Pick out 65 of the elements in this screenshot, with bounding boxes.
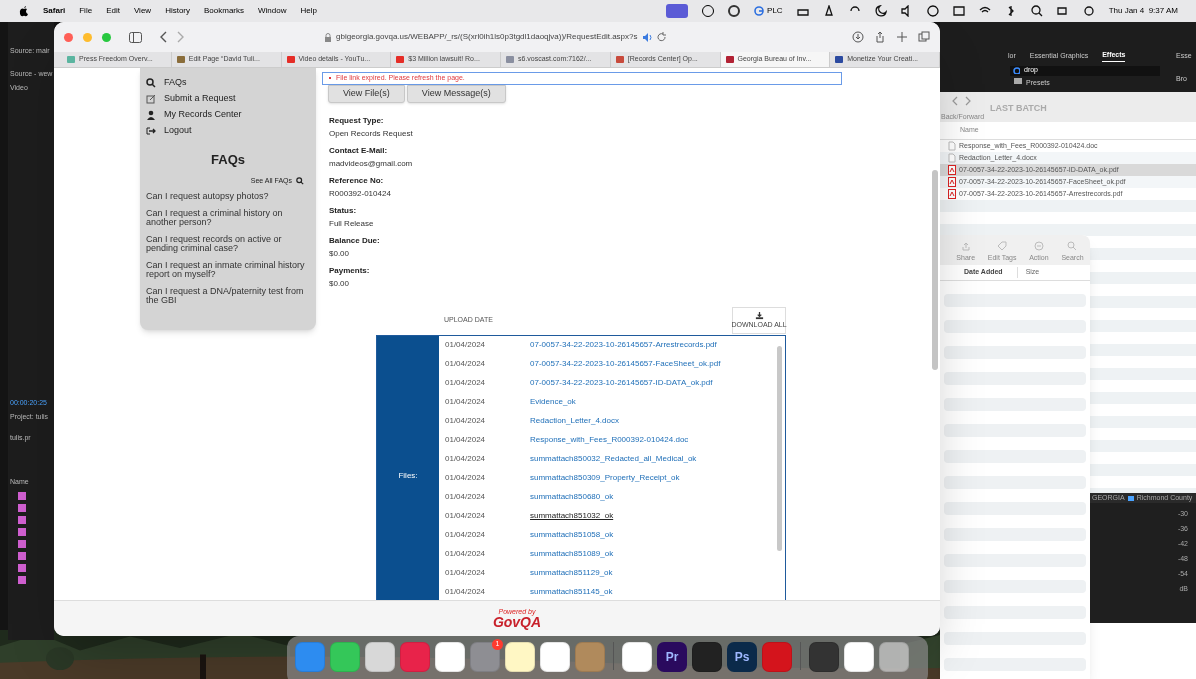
faq-link[interactable]: Can I request records on active or pending criminal case?	[146, 235, 310, 253]
table-cell-text: 01/04/2024	[445, 567, 487, 579]
field-value: $0.00	[329, 247, 351, 260]
table-cell-text: 01/04/2024	[445, 472, 487, 484]
menu-item[interactable]: Help	[300, 5, 317, 17]
files-label-cell: Files:	[377, 335, 439, 600]
nav-link[interactable]: Logout	[146, 125, 310, 137]
table-cell-text: 01/04/2024	[445, 396, 487, 408]
nav-link[interactable]: FAQs	[146, 77, 310, 89]
faq-link[interactable]: Can I request a criminal history on another person?	[146, 209, 310, 227]
file-link[interactable]: Redaction_Letter_4.docx	[530, 415, 619, 427]
file-link[interactable]: summattach851145_ok	[530, 586, 613, 598]
table-cell-text: 01/04/2024	[445, 491, 487, 503]
file-link[interactable]: summattach851058_ok	[530, 529, 614, 541]
field-label: Payments:	[329, 264, 371, 277]
table-cell-text: 01/04/2024	[445, 339, 487, 351]
field-value: madvideos@gmail.com	[329, 157, 414, 170]
file-link[interactable]: summattach851129_ok	[530, 567, 613, 579]
status-label: PLC	[767, 5, 783, 17]
app-icon[interactable]: Pr	[657, 642, 687, 672]
menu-item[interactable]: History	[165, 5, 190, 17]
field-label: Reference No:	[329, 174, 385, 187]
file-link[interactable]: 07-0057-34-22-2023-10-26145657-FaceSheet_ok.pdf	[530, 358, 721, 370]
faq-heading: FAQs	[210, 151, 246, 169]
field-value: $0.00	[329, 277, 351, 290]
menu-item[interactable]: View	[133, 5, 152, 17]
file-link[interactable]: summattach850309_Property_Receipt_ok	[530, 472, 680, 484]
faq-link[interactable]: Can I request a DNA/paternity test from the GBI	[146, 287, 310, 305]
file-link[interactable]: 07-0057-34-22-2023-10-26145657-ID-DATA_ok.pdf	[530, 377, 713, 389]
field-label: Contact E-Mail:	[329, 144, 389, 157]
table-cell-text: 01/04/2024	[445, 548, 487, 560]
window-title: LAST BATCH	[990, 102, 1047, 115]
table-cell-text: 01/04/2024	[445, 510, 487, 522]
table-cell-text: 01/04/2024	[445, 377, 487, 389]
table-cell-text: 01/04/2024	[445, 453, 487, 465]
table-cell-text: 01/04/2024	[445, 586, 487, 598]
address-bar[interactable]: gbigeorgia.govqa.us/WEBAPP/_rs/(S(xrl0ih1ls0p3tgdl1daoqjva))/RequestEdit.aspx?s	[324, 31, 694, 43]
file-link[interactable]: summattach850680_ok	[530, 491, 614, 503]
file-link[interactable]: summattach851089_ok	[530, 548, 614, 560]
menu-app-name[interactable]: Safari	[43, 5, 66, 17]
field-value: Full Release	[329, 217, 375, 230]
table-cell-text: 01/04/2024	[445, 434, 487, 446]
field-value: R000392-010424	[329, 187, 392, 200]
menu-item[interactable]: Window	[258, 5, 287, 17]
faq-link[interactable]: Can I request an inmate criminal history report on myself?	[146, 261, 310, 279]
file-link[interactable]: Evidence_ok	[530, 396, 576, 408]
field-label: Request Type:	[329, 114, 385, 127]
menu-item[interactable]: Bookmarks	[204, 5, 245, 17]
table-cell-text: 01/04/2024	[445, 529, 487, 541]
faq-link[interactable]: Can I request autopsy photos?	[146, 192, 310, 201]
file-link[interactable]: Response_with_Fees_R000392-010424.doc	[530, 434, 689, 446]
field-label: Status:	[329, 204, 358, 217]
table-cell-text: 01/04/2024	[445, 415, 487, 427]
file-link[interactable]: summattach850032_Redacted_all_Medical_ok	[530, 453, 697, 465]
table-cell-text: 01/04/2024	[445, 358, 487, 370]
menu-item[interactable]: File	[79, 5, 93, 17]
field-label: Balance Due:	[329, 234, 381, 247]
nav-link[interactable]: Submit a Request	[146, 93, 310, 105]
file-link[interactable]: summattach851032_ok	[530, 510, 614, 522]
menu-clock[interactable]: Thu Jan 4 9:37 AM	[1108, 5, 1178, 17]
menu-item[interactable]: Edit	[106, 5, 120, 17]
field-value: Open Records Request	[329, 127, 414, 140]
app-icon[interactable]: Ps	[727, 642, 757, 672]
file-link[interactable]: 07-0057-34-22-2023-10-26145657-Arrestrecords.pdf	[530, 339, 717, 351]
nav-link[interactable]: My Records Center	[146, 109, 310, 121]
